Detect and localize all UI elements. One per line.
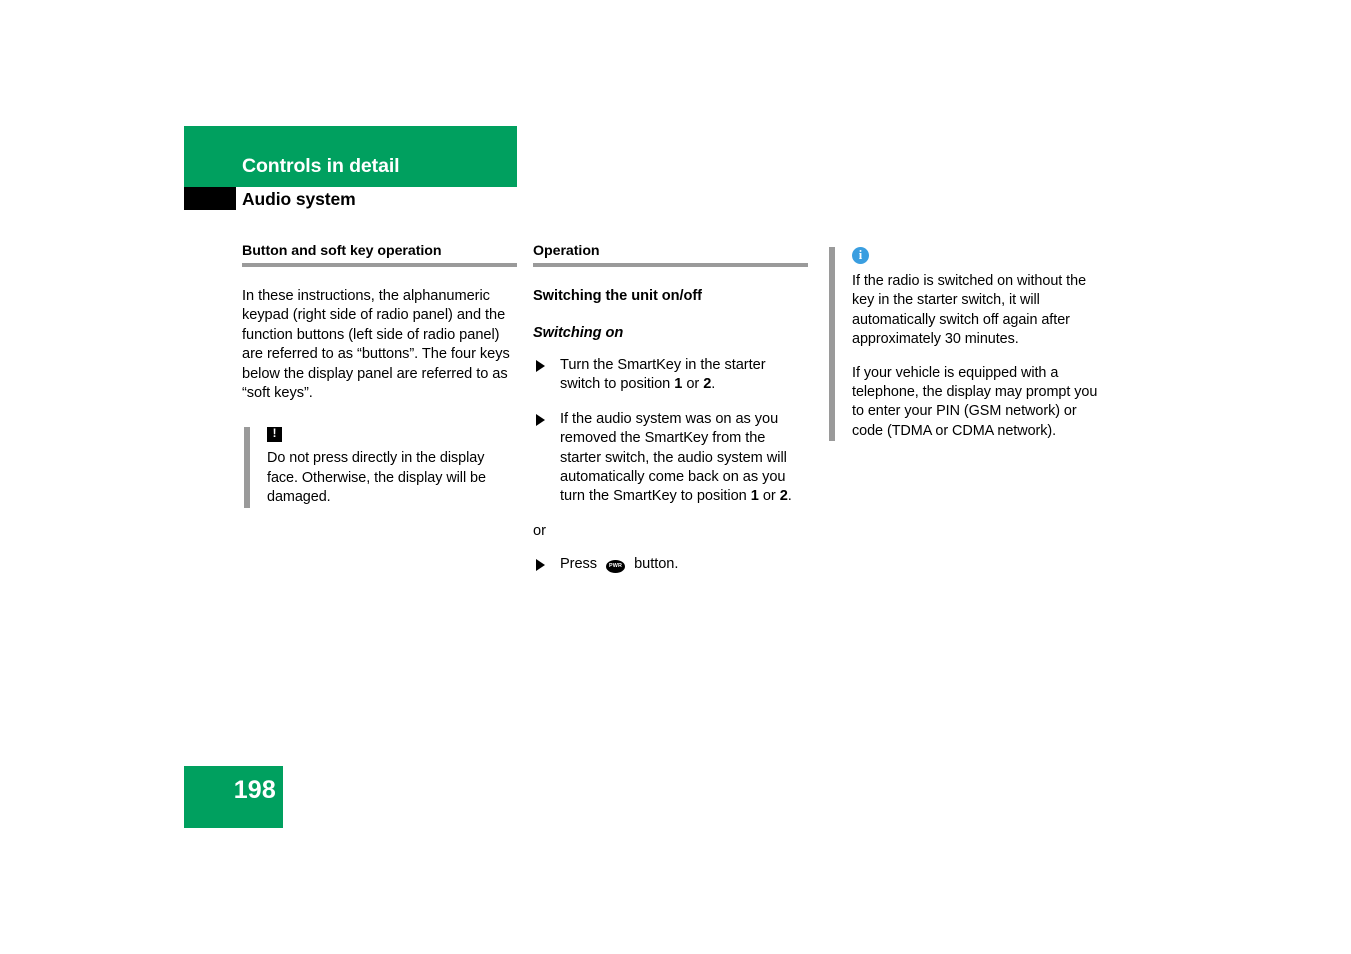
section-title: Audio system	[242, 189, 356, 209]
middle-subheading-italic: Switching on	[533, 325, 624, 341]
warning-note: ! Do not press directly in the display f…	[242, 427, 518, 508]
warning-exclamation-icon: !	[267, 427, 282, 443]
triangle-bullet-icon	[536, 360, 545, 372]
column-right: i If the radio is switched on without th…	[827, 243, 1107, 455]
chapter-banner: Controls in detail	[184, 126, 517, 187]
info-note-paragraph: If the radio is switched on without the …	[852, 273, 1087, 348]
page-number: 198	[233, 776, 276, 804]
middle-column-heading: Operation	[533, 243, 600, 259]
column-middle: Operation Switching the unit on/off Swit…	[533, 243, 809, 590]
left-column-heading: Button and soft key operation	[242, 243, 442, 259]
chapter-title: Controls in detail	[242, 155, 400, 177]
press-step-text: Press PWR button.	[560, 556, 679, 574]
triangle-bullet-icon	[536, 559, 545, 572]
power-button-icon: PWR	[606, 560, 626, 574]
step-text: Turn the SmartKey in the starter switch …	[560, 357, 766, 393]
left-column-paragraph: In these instructions, the alphanumeric …	[242, 288, 510, 402]
info-circle-icon: i	[852, 247, 869, 264]
triangle-bullet-icon	[536, 413, 545, 426]
column-left: Button and soft key operation In these i…	[242, 243, 518, 522]
section-marker-block	[184, 187, 236, 210]
step-item: Turn the SmartKey in the starter switch …	[533, 356, 809, 395]
step-item: If the audio system was on as you remove…	[533, 410, 809, 507]
press-label: Press	[560, 556, 598, 573]
step-text: If the audio system was on as you remove…	[560, 410, 792, 505]
info-note: i If the radio is switched on without th…	[827, 247, 1107, 442]
heading-rule	[533, 263, 808, 267]
note-side-bar	[829, 247, 835, 442]
info-note-paragraph: If your vehicle is equipped with a telep…	[852, 364, 1098, 439]
warning-note-text: Do not press directly in the display fac…	[267, 450, 486, 506]
page-number-box: 198	[184, 766, 283, 828]
middle-subheading: Switching the unit on/off	[533, 288, 702, 304]
or-label: or	[533, 522, 546, 539]
note-side-bar	[244, 427, 250, 508]
press-step-item: Press PWR button.	[533, 555, 809, 574]
button-label: button.	[634, 556, 679, 573]
heading-rule	[242, 263, 517, 267]
